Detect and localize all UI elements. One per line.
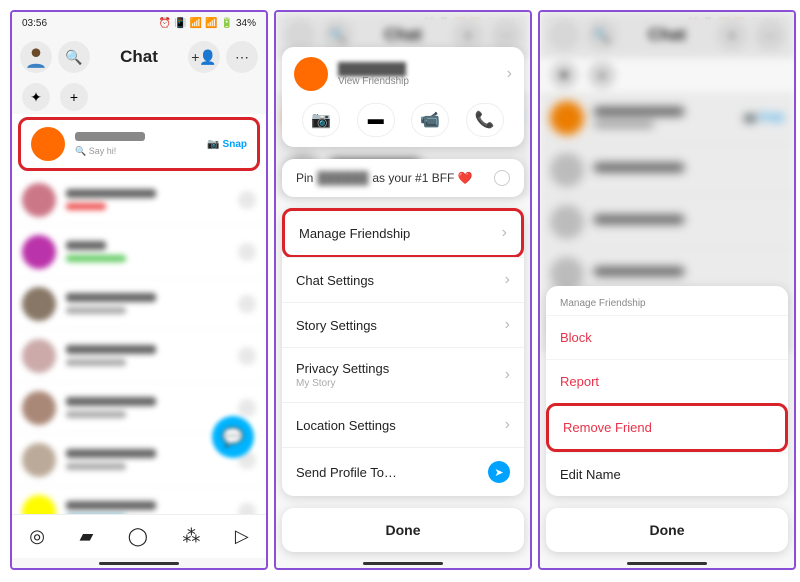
radio-unchecked-icon[interactable] bbox=[494, 170, 510, 186]
video-icon: 📹 bbox=[420, 110, 440, 130]
status-bar: 03:56 ⏰ 📳 📶 📶 🔋 34% bbox=[12, 12, 266, 34]
three-screenshots: 03:56 ⏰ 📳 📶 📶 🔋 34% 🔍 Chat +👤 ⋯ ✦ + bbox=[10, 10, 800, 570]
remove-friend-item[interactable]: Remove Friend bbox=[546, 403, 788, 452]
battery-icon: 🔋 bbox=[221, 18, 233, 29]
privacy-settings-item[interactable]: Privacy SettingsMy Story › bbox=[282, 347, 524, 402]
friend-avatar bbox=[294, 57, 328, 91]
phone-icon: 📞 bbox=[475, 110, 495, 130]
chat-header: 🔍 Chat +👤 ⋯ bbox=[12, 34, 266, 80]
chat-list[interactable]: 🔍 Say hi! 📷 Snap 💬 bbox=[12, 114, 266, 514]
profile-card: ████████ View Friendship › 📷 ▬ 📹 📞 bbox=[282, 47, 524, 147]
quick-actions: 📷 ▬ 📹 📞 bbox=[294, 103, 512, 137]
screen-3-manage-friendship: 03:56 ⏰📳📶📶🔋34% 🔍Chat+⋯ ✦+ 📷 Snap Manage … bbox=[538, 10, 796, 570]
nav-stories[interactable]: ⁂ bbox=[182, 526, 200, 547]
home-bar bbox=[12, 558, 266, 568]
home-bar bbox=[276, 558, 530, 568]
chat-row[interactable] bbox=[12, 330, 266, 382]
location-icon: ◎ bbox=[29, 526, 45, 546]
new-chat-button[interactable]: + bbox=[60, 83, 88, 111]
screen-1-chat-list: 03:56 ⏰ 📳 📶 📶 🔋 34% 🔍 Chat +👤 ⋯ ✦ + bbox=[10, 10, 268, 570]
profile-avatar-button[interactable] bbox=[20, 41, 52, 73]
manage-friendship-header: Manage Friendship bbox=[546, 286, 788, 315]
pin-name-blur: ██████ bbox=[317, 171, 368, 185]
chat-row-highlighted[interactable]: 🔍 Say hi! 📷 Snap bbox=[18, 117, 260, 171]
friend-name-blur: ████████ bbox=[338, 62, 497, 76]
friend-name-blur bbox=[75, 132, 145, 141]
chevron-right-icon: › bbox=[507, 65, 512, 83]
chat-bubble-icon: ▬ bbox=[368, 111, 384, 129]
call-action[interactable]: 📞 bbox=[466, 103, 504, 137]
plus-icon: + bbox=[70, 89, 78, 105]
bottom-nav: ◎ ▰ ◯ ⁂ ▷ bbox=[12, 514, 266, 558]
screen-2-friend-menu: 03:56 ⏰📳📶📶🔋34% 🔍Chat+⋯ ✦+ 📷 Snap ███████… bbox=[274, 10, 532, 570]
chevron-right-icon: › bbox=[505, 416, 510, 434]
snap-camera-badge[interactable]: 📷 Snap bbox=[207, 139, 247, 150]
chat-row[interactable] bbox=[12, 486, 266, 514]
view-friendship-label: View Friendship bbox=[338, 76, 497, 87]
sub-header: ✦ + bbox=[12, 80, 266, 114]
nav-spotlight[interactable]: ▷ bbox=[235, 526, 249, 547]
new-chat-fab[interactable]: 💬 bbox=[212, 416, 254, 458]
sparkle-icon: ✦ bbox=[30, 89, 42, 106]
pin-prefix: Pin bbox=[296, 171, 313, 185]
action-sheet: ████████ View Friendship › 📷 ▬ 📹 📞 Pin █… bbox=[276, 12, 530, 568]
more-button[interactable]: ⋯ bbox=[226, 41, 258, 73]
send-profile-item[interactable]: Send Profile To… ➤ bbox=[282, 447, 524, 496]
chevron-right-icon: › bbox=[502, 224, 507, 242]
signal-icon-2: 📶 bbox=[205, 18, 217, 29]
chat-row[interactable] bbox=[12, 226, 266, 278]
view-friendship-row[interactable]: ████████ View Friendship › bbox=[294, 57, 512, 91]
chat-title: Chat bbox=[96, 47, 182, 67]
chat-action[interactable]: ▬ bbox=[357, 103, 395, 137]
snap-action[interactable]: 📷 bbox=[302, 103, 340, 137]
vibrate-icon: 📳 bbox=[174, 18, 186, 29]
search-icon: 🔍 bbox=[65, 49, 82, 66]
settings-menu-card: Manage Friendship › Chat Settings › Stor… bbox=[282, 209, 524, 496]
camera-nav-icon: ◯ bbox=[128, 526, 148, 546]
recents-button[interactable]: ✦ bbox=[22, 83, 50, 111]
manage-friendship-card: Manage Friendship Block Report Remove Fr… bbox=[546, 286, 788, 496]
chevron-right-icon: › bbox=[505, 271, 510, 289]
location-settings-item[interactable]: Location Settings › bbox=[282, 402, 524, 447]
manage-friendship-item[interactable]: Manage Friendship › bbox=[282, 208, 524, 258]
home-bar bbox=[540, 558, 794, 568]
nav-camera[interactable]: ◯ bbox=[128, 526, 148, 547]
battery-pct: 34% bbox=[236, 18, 256, 29]
chat-row[interactable] bbox=[12, 174, 266, 226]
status-right: ⏰ 📳 📶 📶 🔋 34% bbox=[159, 18, 256, 29]
done-button[interactable]: Done bbox=[282, 508, 524, 552]
chevron-right-icon: › bbox=[505, 366, 510, 384]
send-arrow-icon: ➤ bbox=[488, 461, 510, 483]
add-friend-button[interactable]: +👤 bbox=[188, 41, 220, 73]
story-settings-item[interactable]: Story Settings › bbox=[282, 302, 524, 347]
block-item[interactable]: Block bbox=[546, 315, 788, 359]
video-action[interactable]: 📹 bbox=[411, 103, 449, 137]
add-friend-icon: +👤 bbox=[191, 49, 217, 66]
signal-icon: 📶 bbox=[190, 18, 202, 29]
report-item[interactable]: Report bbox=[546, 359, 788, 403]
friend-avatar bbox=[31, 127, 65, 161]
say-hi-hint: 🔍 Say hi! bbox=[75, 146, 197, 157]
status-time: 03:56 bbox=[22, 18, 47, 29]
more-icon: ⋯ bbox=[235, 49, 249, 66]
chat-icon: 💬 bbox=[222, 427, 244, 448]
chat-nav-icon: ▰ bbox=[79, 526, 93, 546]
camera-icon: 📷 bbox=[207, 139, 219, 150]
search-button[interactable]: 🔍 bbox=[58, 41, 90, 73]
chat-row[interactable] bbox=[12, 278, 266, 330]
nav-chat[interactable]: ▰ bbox=[79, 526, 93, 547]
chat-settings-item[interactable]: Chat Settings › bbox=[282, 257, 524, 302]
pin-bff-card[interactable]: Pin ██████ as your #1 BFF ❤️ bbox=[282, 159, 524, 197]
play-icon: ▷ bbox=[235, 526, 249, 546]
done-button[interactable]: Done bbox=[546, 508, 788, 552]
pin-suffix: as your #1 BFF ❤️ bbox=[372, 171, 472, 185]
nav-map[interactable]: ◎ bbox=[29, 526, 45, 547]
edit-name-item[interactable]: Edit Name bbox=[546, 452, 788, 496]
people-icon: ⁂ bbox=[182, 526, 200, 546]
alarm-icon: ⏰ bbox=[159, 18, 171, 29]
camera-icon: 📷 bbox=[311, 110, 331, 130]
chevron-right-icon: › bbox=[505, 316, 510, 334]
manage-friendship-sheet: Manage Friendship Block Report Remove Fr… bbox=[540, 12, 794, 568]
